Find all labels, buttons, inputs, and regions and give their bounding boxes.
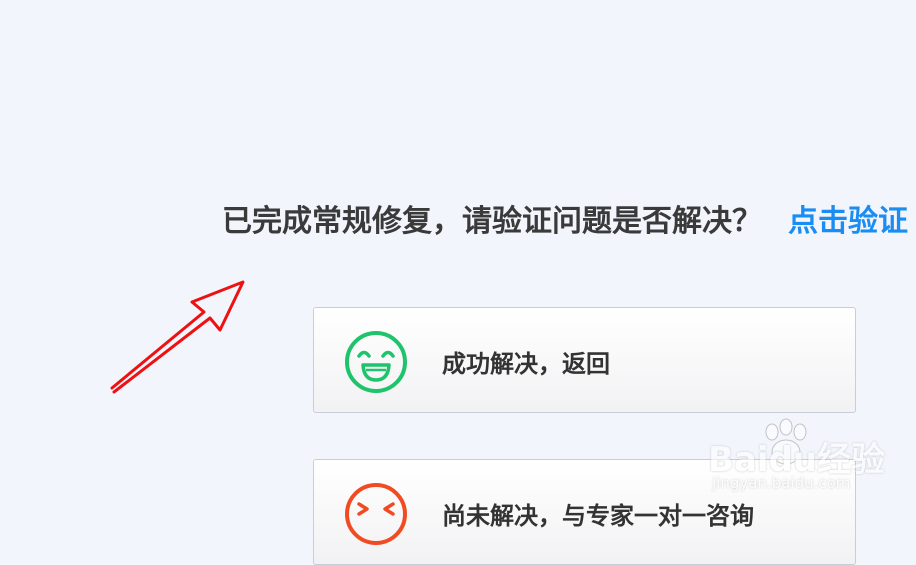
smiling-face-icon: [345, 331, 407, 393]
resolved-label: 成功解决，返回: [442, 350, 610, 378]
red-arrow-icon: [110, 280, 245, 394]
watermark-url: jingyan.baidu.com: [712, 474, 851, 492]
verify-link[interactable]: 点击验证: [788, 204, 908, 239]
baidu-jingyan-watermark: Baidu经验 jingyan.baidu.com: [700, 418, 900, 498]
frowning-face-icon: [345, 483, 407, 545]
repair-status-headline: 已完成常规修复，请验证问题是否解决？ 点击验证: [222, 196, 908, 240]
resolved-button[interactable]: 成功解决，返回: [313, 307, 856, 413]
headline-text: 已完成常规修复，请验证问题是否解决？: [222, 204, 762, 239]
expert-consult-label: 尚未解决，与专家一对一咨询: [442, 502, 754, 530]
